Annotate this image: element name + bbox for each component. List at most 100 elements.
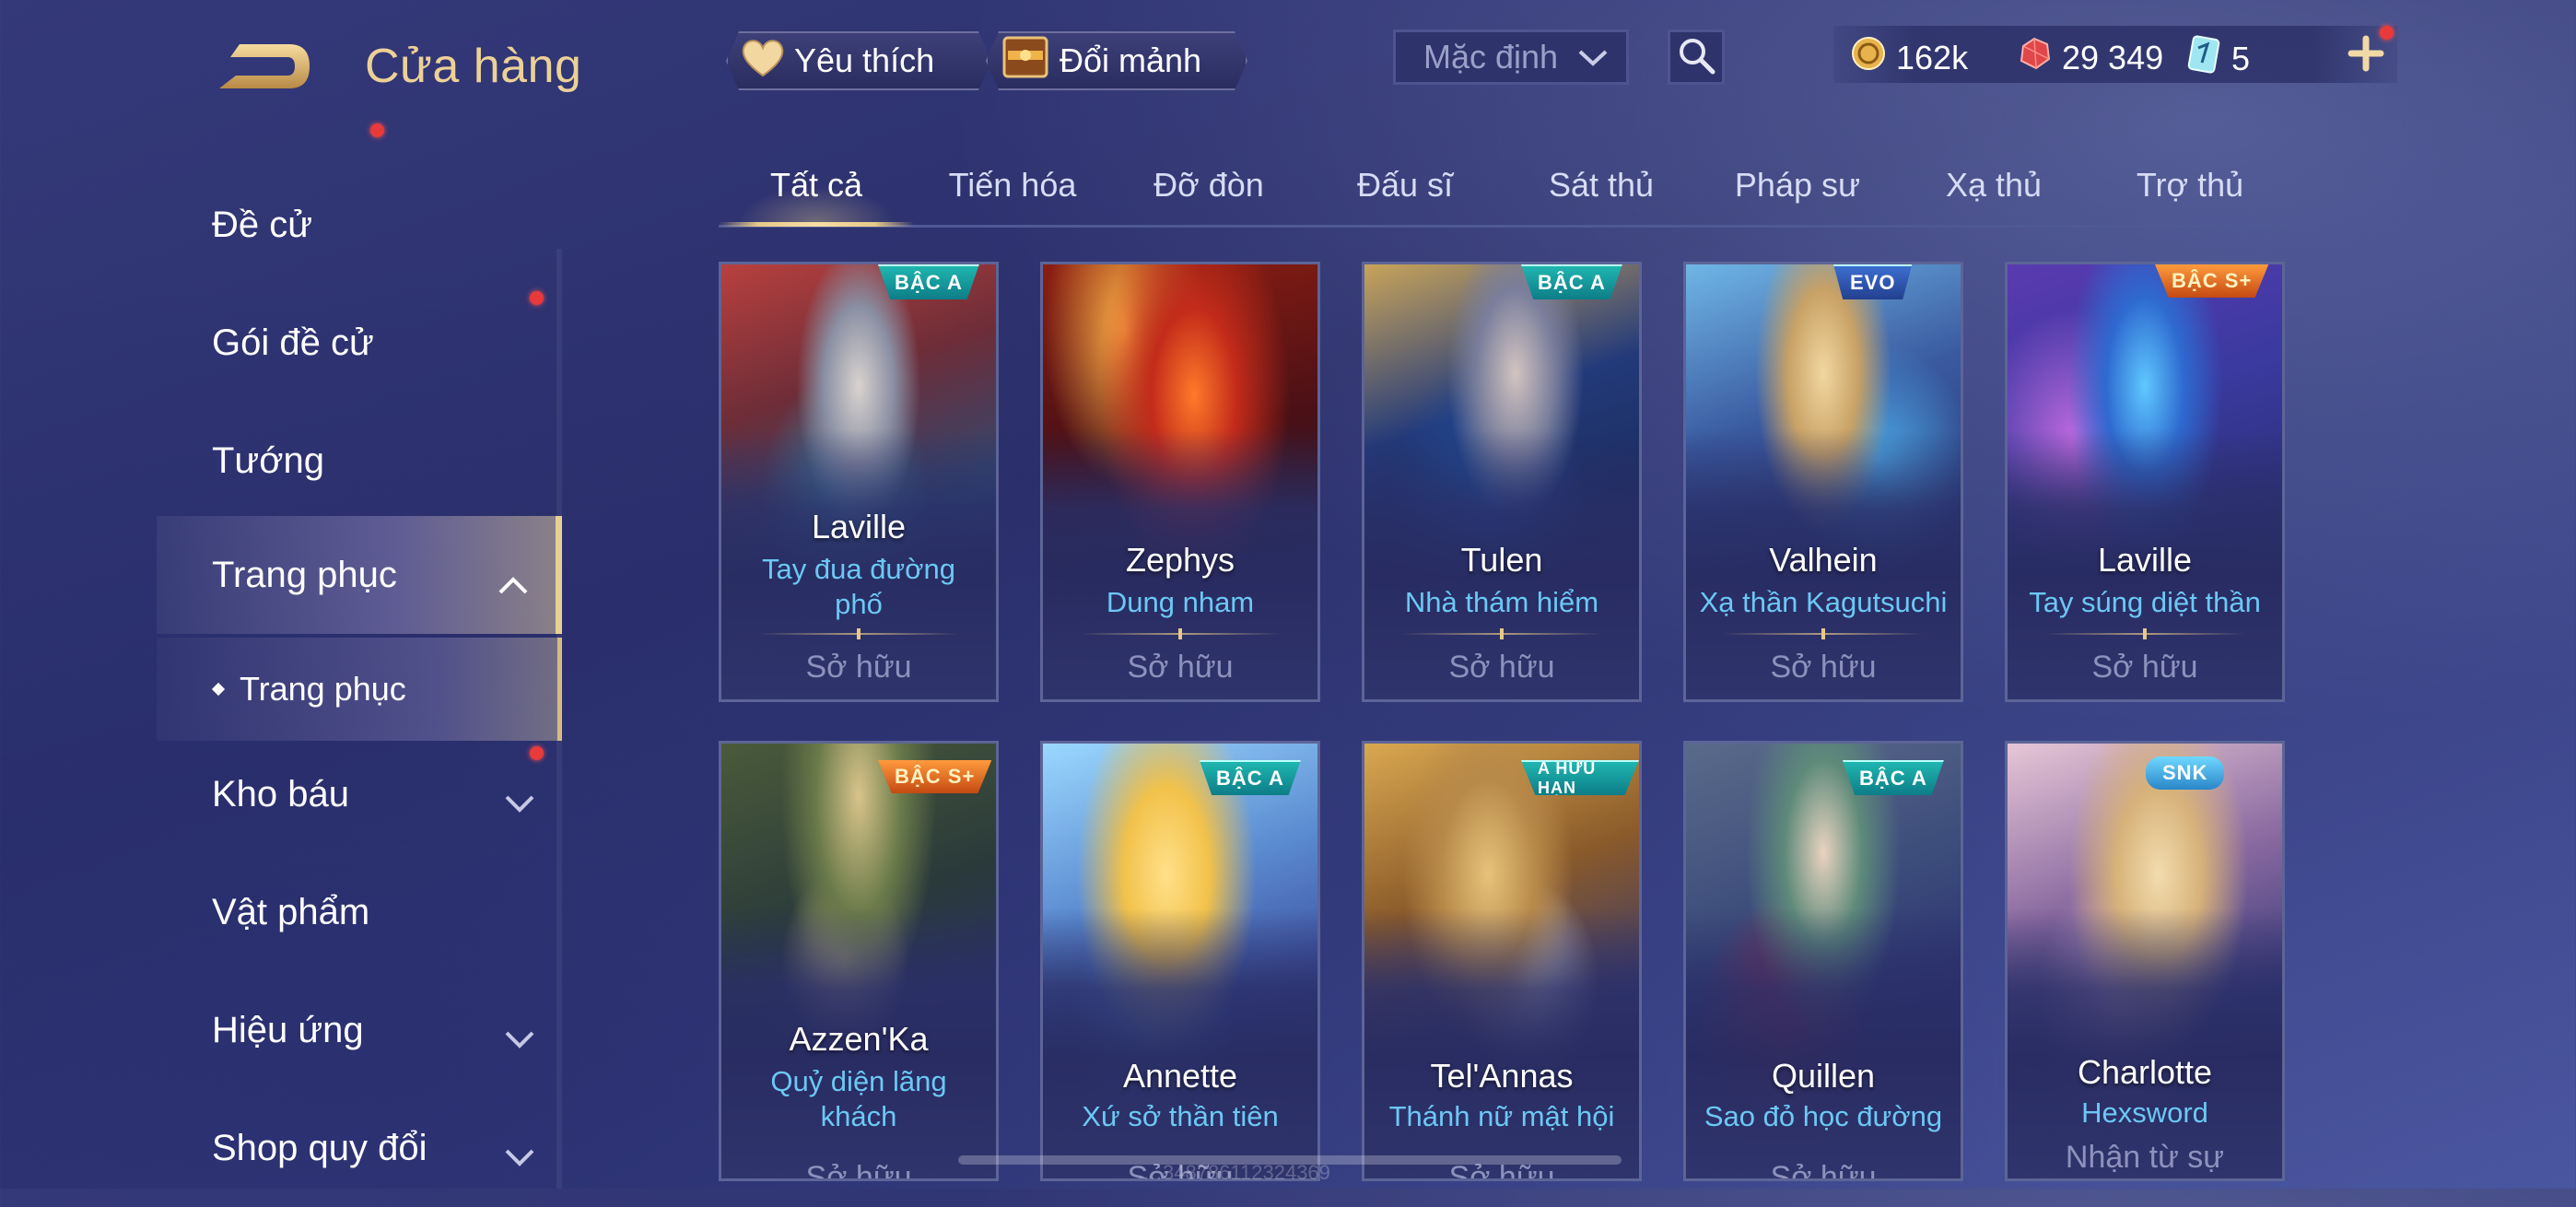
heart-icon (741, 37, 785, 86)
gold-coin-icon (1850, 35, 1887, 80)
skin-card[interactable]: BẬC A Annette Xứ sở thần tiên Sở hữu (1040, 741, 1320, 1181)
exchange-label: Đổi mảnh (1060, 41, 1202, 79)
tab-mage[interactable]: Pháp sư (1700, 155, 1895, 223)
owned-status: Sở hữu (1127, 650, 1234, 685)
skin-name: Tay đua đường phố (762, 553, 955, 620)
search-button[interactable] (1668, 29, 1725, 85)
favorite-button[interactable]: Yêu thích (726, 31, 991, 90)
skin-card[interactable]: BẬC A Tulen Nhà thám hiểm Sở hữu (1362, 262, 1642, 702)
chevron-down-icon (503, 1137, 536, 1178)
hero-name: Tel'Annas (1430, 1057, 1574, 1095)
tab-marksman[interactable]: Xạ thủ (1896, 155, 2091, 223)
sidebar: Đề cử Gói đề cử Tướng Trang phục Trang p… (157, 123, 562, 1189)
skin-card[interactable]: A HỮU HẠN Tel'Annas Thánh nữ mật hội Sở … (1362, 741, 1642, 1181)
sidebar-item-heroes[interactable]: Tướng (157, 402, 562, 520)
skin-card[interactable]: BẬC S+ Azzen'Ka Quỷ diện lãng khách Sở h… (719, 741, 999, 1181)
sort-value: Mặc định (1423, 38, 1559, 76)
card-divider (2044, 628, 2245, 639)
owned-status: Sở hữu (1770, 1160, 1877, 1181)
limited-badge: A HỮU HẠN (1521, 760, 1639, 795)
gold-currency: 162k (1850, 35, 1968, 80)
hero-name: Laville (2097, 541, 2193, 579)
card-shade (1364, 908, 1639, 1178)
tab-label: Trợ thủ (2136, 166, 2244, 204)
category-tabs: Tất cả Tiến hóa Đỡ đòn Đấu sĩ Sát thủ Ph… (719, 155, 2289, 228)
tab-label: Đỡ đòn (1153, 166, 1264, 204)
notification-dot (530, 291, 544, 305)
tab-label: Tất cả (769, 166, 863, 204)
chevron-up-icon (497, 564, 530, 605)
tab-evolution[interactable]: Tiến hóa (915, 155, 1110, 223)
sidebar-item-effects[interactable]: Hiệu ứng (157, 971, 562, 1089)
skin-card[interactable]: BẬC A Quillen Sao đỏ học đường Sở hữu (1683, 741, 1963, 1181)
owned-status: Sở hữu (805, 650, 912, 685)
owned-status: Sở hữu (1770, 650, 1877, 685)
sidebar-item-recommended[interactable]: Đề cử (157, 166, 562, 284)
notification-dot (530, 746, 544, 760)
hero-name: Tulen (1460, 541, 1543, 579)
chevron-down-icon (503, 1019, 536, 1061)
add-currency-button[interactable] (2340, 26, 2394, 79)
plus-icon (2340, 35, 2392, 83)
sidebar-item-items[interactable]: Vật phẩm (157, 853, 562, 971)
tab-label: Sát thủ (1548, 166, 1655, 204)
diamond-bullet-icon (211, 682, 226, 697)
hero-name: Charlotte (2077, 1053, 2213, 1091)
sidebar-item-label: Kho báu (212, 773, 350, 814)
notification-dot (370, 123, 384, 137)
evo-badge: EVO (1833, 264, 1913, 299)
card-shade (2008, 908, 2282, 1178)
obtain-status: Nhận từ sự (2065, 1140, 2225, 1175)
skin-name: Quỷ diện lãng khách (770, 1065, 947, 1132)
skin-name: Sao đỏ học đường (1704, 1100, 1943, 1132)
tab-all[interactable]: Tất cả (719, 155, 914, 227)
page-title: Cửa hàng (365, 40, 582, 93)
tab-label: Đấu sĩ (1356, 166, 1454, 204)
owned-status: Sở hữu (2091, 650, 2198, 685)
search-icon (1676, 35, 1716, 80)
tab-tank[interactable]: Đỡ đòn (1111, 155, 1306, 223)
card-shade (1043, 908, 1317, 1178)
hero-name: Annette (1122, 1057, 1238, 1095)
tab-label: Xạ thủ (1945, 166, 2043, 204)
gem-currency: 29 349 (2016, 35, 2163, 80)
tab-label: Tiến hóa (948, 166, 1077, 204)
card-divider (758, 628, 959, 639)
rank-badge: BẬC A (1521, 264, 1622, 299)
ticket-currency: 5 (2185, 35, 2250, 82)
skin-name: Dung nham (1106, 586, 1255, 618)
sort-dropdown[interactable]: Mặc định (1393, 29, 1629, 85)
skin-card[interactable]: SNK Charlotte Hexsword Nhận từ sự (2005, 741, 2285, 1181)
hero-name: Azzen'Ka (789, 1020, 929, 1058)
rank-badge: BẬC A (1843, 760, 1944, 795)
favorite-label: Yêu thích (794, 41, 935, 79)
sidebar-item-exchange-shop[interactable]: Shop quy đổi (157, 1089, 562, 1207)
sidebar-item-treasure[interactable]: Kho báu (157, 735, 562, 853)
skin-card[interactable]: BẬC A Laville Tay đua đường phố Sở hữu (719, 262, 999, 702)
tab-support[interactable]: Trợ thủ (2092, 155, 2288, 223)
skin-name: Hexsword (2081, 1096, 2208, 1129)
sidebar-subitem-skins[interactable]: Trang phục (157, 638, 562, 741)
sidebar-item-skins[interactable]: Trang phục (157, 516, 562, 634)
card-divider (1080, 628, 1281, 639)
skin-card[interactable]: BẬC S+ Laville Tay súng diệt thần Sở hữu (2005, 262, 2285, 702)
skin-name: Xạ thần Kagutsuchi (1699, 586, 1948, 618)
skin-name: Thánh nữ mật hội (1388, 1100, 1615, 1132)
notification-dot (2380, 26, 2394, 40)
exchange-shards-button[interactable]: Đổi mảnh (986, 31, 1247, 90)
hero-name: Valhein (1769, 541, 1878, 579)
skin-card[interactable]: Zephys Dung nham Sở hữu (1040, 262, 1320, 702)
rank-badge: BẬC S+ (2155, 264, 2269, 298)
ticket-icon (2185, 35, 2222, 82)
skin-name: Nhà thám hiểm (1404, 586, 1599, 618)
owned-status: Sở hữu (805, 1160, 912, 1181)
back-button[interactable] (214, 39, 317, 96)
skin-name: Xứ sở thần tiên (1082, 1100, 1279, 1132)
tab-fighter[interactable]: Đấu sĩ (1307, 155, 1503, 223)
skin-name: Tay súng diệt thần (2029, 586, 2261, 618)
card-divider (1723, 628, 1924, 639)
sidebar-item-recommended-packs[interactable]: Gói đề cử (157, 123, 562, 402)
ruby-icon (2016, 35, 2053, 80)
tab-assassin[interactable]: Sát thủ (1504, 155, 1699, 223)
skin-card[interactable]: EVO Valhein Xạ thần Kagutsuchi Sở hữu (1683, 262, 1963, 702)
